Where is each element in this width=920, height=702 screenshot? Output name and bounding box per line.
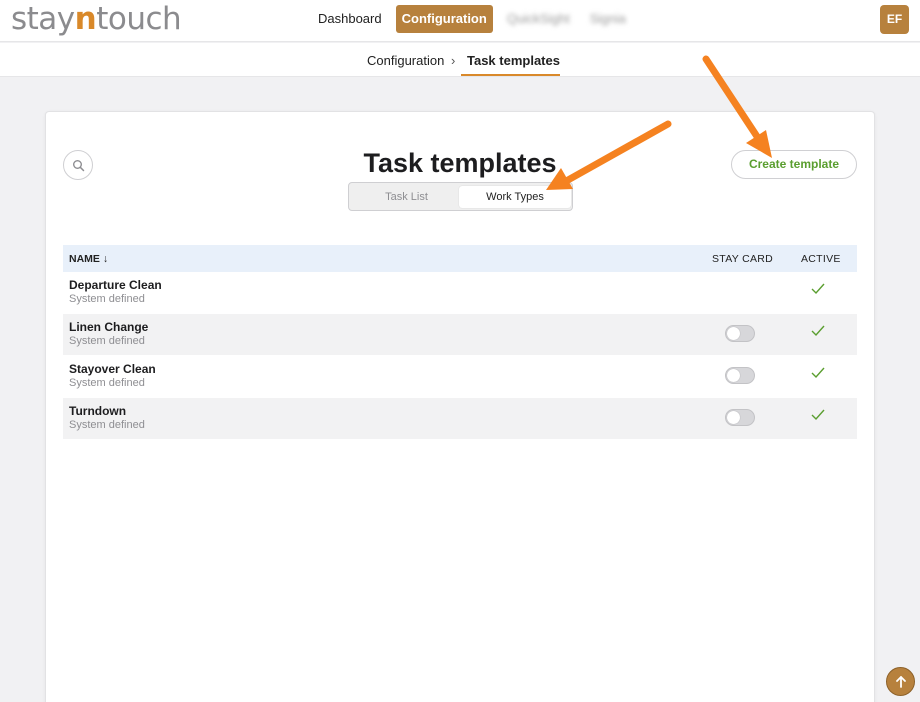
page-title: Task templates: [363, 148, 557, 178]
stayntouch-logo[interactable]: stayntouch: [11, 1, 182, 37]
stay-card-toggle[interactable]: [725, 325, 755, 342]
row-name: Stayover Clean: [69, 362, 156, 376]
breadcrumb-configuration[interactable]: Configuration: [367, 53, 444, 68]
search-button[interactable]: [63, 150, 93, 180]
nav-configuration[interactable]: Configuration: [395, 5, 493, 33]
breadcrumb-separator: ›: [451, 53, 456, 68]
view-switcher: Task List Work Types: [348, 182, 573, 211]
row-name: Linen Change: [69, 320, 149, 334]
logo-text-suffix: touch: [96, 1, 182, 37]
search-icon: [73, 160, 85, 172]
row-subtitle: System defined: [69, 335, 145, 347]
scroll-to-top-button[interactable]: [886, 667, 915, 696]
create-template-button[interactable]: Create template: [731, 150, 857, 179]
row-subtitle: System defined: [69, 293, 145, 305]
row-name: Turndown: [69, 404, 127, 418]
tab-work-types[interactable]: Work Types: [459, 186, 571, 208]
column-header-active: ACTIVE: [801, 253, 841, 265]
top-navigation-bar: stayntouch Dashboard Configuration Quick…: [0, 0, 920, 42]
active-check-icon: [811, 325, 825, 337]
tab-task-list[interactable]: Task List: [353, 186, 460, 208]
active-check-icon: [811, 409, 825, 421]
stay-card-toggle[interactable]: [725, 409, 755, 426]
row-subtitle: System defined: [69, 419, 145, 431]
active-check-icon: [811, 283, 825, 295]
stay-card-toggle[interactable]: [725, 367, 755, 384]
table-row[interactable]: Departure Clean System defined: [63, 272, 857, 313]
toggle-knob: [727, 369, 740, 382]
active-check-icon: [811, 367, 825, 379]
row-subtitle: System defined: [69, 377, 145, 389]
nav-dashboard[interactable]: Dashboard: [312, 5, 388, 33]
table-header: NAME ↓ STAY CARD ACTIVE: [63, 245, 857, 272]
user-avatar[interactable]: EF: [880, 5, 909, 34]
table-row[interactable]: Linen Change System defined: [63, 314, 857, 355]
column-header-name[interactable]: NAME ↓: [69, 253, 108, 265]
breadcrumb-task-templates[interactable]: Task templates: [467, 53, 560, 68]
logo-text-accent: n: [74, 1, 97, 37]
breadcrumb-active-underline: [461, 74, 560, 76]
toggle-knob: [727, 411, 740, 424]
main-nav: Dashboard Configuration QuickSight Signi…: [312, 5, 632, 33]
logo-text-prefix: stay: [11, 1, 75, 37]
table-row[interactable]: Turndown System defined: [63, 398, 857, 439]
nav-signia[interactable]: Signia: [584, 5, 632, 33]
table-row[interactable]: Stayover Clean System defined: [63, 356, 857, 397]
nav-quicksight[interactable]: QuickSight: [501, 5, 576, 33]
row-name: Departure Clean: [69, 278, 162, 292]
toggle-knob: [727, 327, 740, 340]
breadcrumb: Configuration › Task templates: [0, 43, 920, 77]
arrow-up-icon: [896, 676, 906, 688]
column-header-stay-card: STAY CARD: [712, 253, 774, 265]
